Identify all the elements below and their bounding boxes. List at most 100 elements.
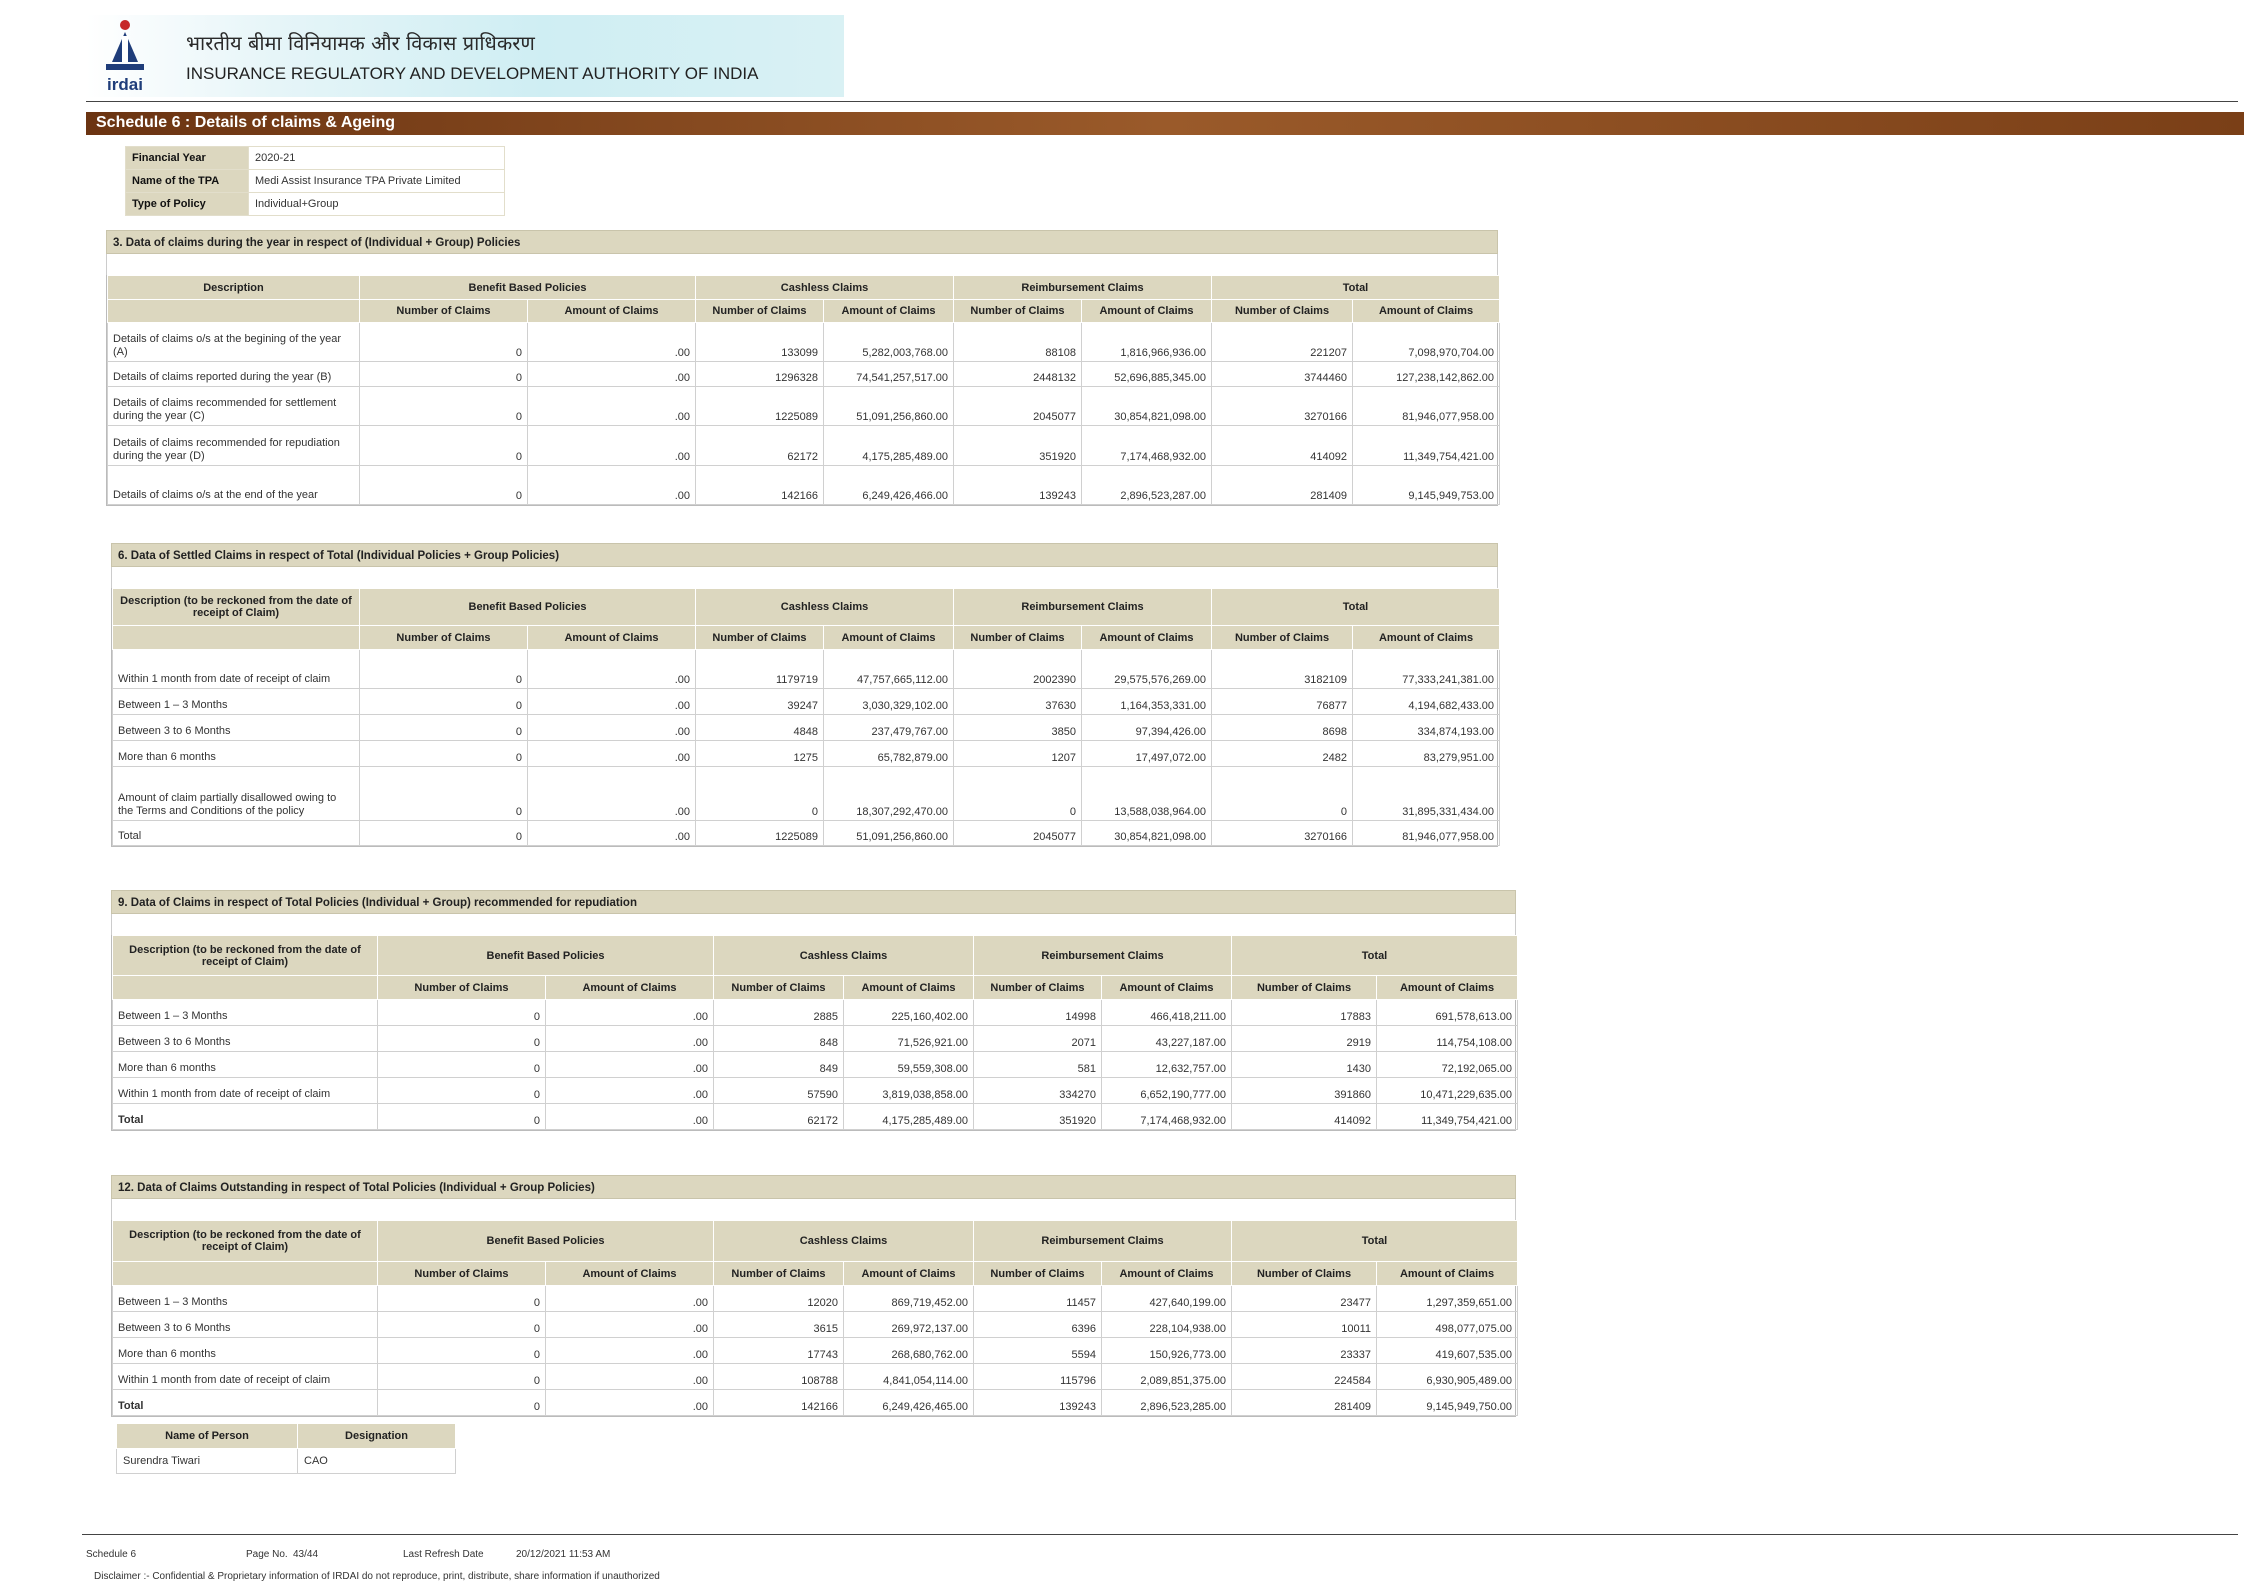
sub-header: Number of Claims (1211, 299, 1354, 323)
number-of-claims-cell: 0 (359, 425, 528, 466)
schedule-title: Schedule 6 : Details of claims & Ageing (96, 114, 396, 131)
info-table: Financial Year 2020-21 Name of the TPA M… (125, 146, 505, 216)
amount-of-claims-cell: 65,782,879.00 (823, 740, 954, 767)
number-of-claims-cell: 414092 (1231, 1103, 1378, 1130)
sub-header: Amount of Claims (1080, 625, 1213, 650)
sub-header: Amount of Claims (1376, 1261, 1519, 1286)
number-of-claims-cell: 3182109 (1211, 649, 1354, 689)
row-description: More than 6 months (112, 1337, 378, 1364)
table-row: Between 3 to 6 Months 0.00 848 71,526,921.0… (112, 1025, 1519, 1052)
number-of-claims-cell: 14998 (973, 999, 1102, 1026)
amount-of-claims-cell: 77,333,241,381.00 (1352, 649, 1501, 689)
amount-of-claims-cell: 7,174,468,932.00 (1100, 1103, 1233, 1130)
number-of-claims-cell: 1207 (953, 740, 1082, 767)
group-header: Benefit Based Policies (377, 935, 714, 976)
row-description: Within 1 month from date of receipt of c… (112, 1077, 378, 1104)
number-of-claims-cell: 2002390 (953, 649, 1082, 689)
group-header-row: Description Benefit Based Policies Cashl… (107, 275, 1501, 300)
amount-of-claims-cell: 11,349,754,421.00 (1376, 1103, 1519, 1130)
footer-disclaimer: Disclaimer :- Confidential & Proprietary… (94, 1571, 660, 1582)
number-of-claims-cell: 0 (377, 1051, 546, 1078)
amount-of-claims-cell: 4,841,054,114.00 (843, 1363, 974, 1390)
group-header: Reimbursement Claims (952, 275, 1213, 300)
amount-of-claims-cell: .00 (545, 1389, 714, 1416)
sub-header: Number of Claims (1231, 975, 1378, 1000)
row-description: Within 1 month from date of receipt of c… (112, 1363, 378, 1390)
table-row: Within 1 month from date of receipt of c… (112, 649, 1501, 689)
row-description: Between 1 – 3 Months (112, 688, 360, 715)
number-of-claims-cell: 221207 (1211, 322, 1354, 362)
row-description: Total (112, 1389, 378, 1416)
sub-header-row: Number of Claims Amount of Claims Number… (112, 625, 1501, 650)
group-header: Benefit Based Policies (377, 1220, 714, 1262)
number-of-claims-cell: 0 (359, 322, 528, 362)
number-of-claims-cell: 848 (713, 1025, 844, 1052)
footer-refresh-label: Last Refresh Date (403, 1549, 484, 1560)
table-body: Between 1 – 3 Months 0.00 12020 869,719,452… (112, 1285, 1519, 1416)
row-description: Between 1 – 3 Months (112, 999, 378, 1026)
table-row: Between 1 – 3 Months 0.00 12020 869,719,452… (112, 1285, 1519, 1312)
table-row: More than 6 months 0.00 1275 65,782,879.00 1… (112, 740, 1501, 767)
sub-header: Amount of Claims (1352, 625, 1501, 650)
row-description: Within 1 month from date of receipt of c… (112, 649, 360, 689)
table-row: Details of claims recommended for settle… (107, 386, 1501, 426)
header-banner: irdai भारतीय बीमा विनियामक और विकास प्रा… (86, 15, 844, 97)
number-of-claims-cell: 581 (973, 1051, 1102, 1078)
number-of-claims-cell: 2448132 (953, 361, 1082, 387)
group-header: Benefit Based Policies (359, 588, 696, 626)
number-of-claims-cell: 2071 (973, 1025, 1102, 1052)
amount-of-claims-cell: 228,104,938.00 (1100, 1311, 1233, 1338)
amount-of-claims-cell: 3,030,329,102.00 (823, 688, 954, 715)
amount-of-claims-cell: 7,098,970,704.00 (1352, 322, 1501, 362)
sub-header: Number of Claims (359, 299, 528, 323)
table-body: Details of claims o/s at the begining of… (107, 322, 1501, 505)
outstanding-claims-table: Description (to be reckoned from the dat… (112, 1220, 1519, 1416)
number-of-claims-cell: 4848 (695, 714, 824, 741)
number-of-claims-cell: 1430 (1231, 1051, 1378, 1078)
number-of-claims-cell: 414092 (1211, 425, 1354, 466)
table-row: Between 3 to 6 Months 0.00 3615 269,972,137… (112, 1311, 1519, 1338)
amount-of-claims-cell: 59,559,308.00 (843, 1051, 974, 1078)
amount-of-claims-cell: 51,091,256,860.00 (823, 820, 954, 846)
number-of-claims-cell: 0 (377, 1103, 546, 1130)
amount-of-claims-cell: 4,175,285,489.00 (823, 425, 954, 466)
number-of-claims-cell: 10011 (1231, 1311, 1378, 1338)
group-header: Total (1231, 935, 1519, 976)
sub-header: Amount of Claims (545, 1261, 714, 1286)
group-header: Reimbursement Claims (972, 1220, 1233, 1262)
signatory-header-row: Name of Person Designation (116, 1423, 456, 1449)
number-of-claims-cell: 2919 (1231, 1025, 1378, 1052)
row-description: More than 6 months (112, 740, 360, 767)
amount-of-claims-cell: 4,194,682,433.00 (1352, 688, 1501, 715)
amount-of-claims-cell: 2,896,523,287.00 (1080, 465, 1213, 505)
amount-of-claims-cell: 12,632,757.00 (1100, 1051, 1233, 1078)
description-header: Description (107, 275, 360, 300)
number-of-claims-cell: 0 (377, 1025, 546, 1052)
section-repudiated-claims: 9. Data of Claims in respect of Total Po… (111, 890, 1519, 1131)
number-of-claims-cell: 0 (359, 820, 528, 846)
number-of-claims-cell: 1225089 (695, 386, 824, 426)
row-description: Between 3 to 6 Months (112, 714, 360, 741)
amount-of-claims-cell: 150,926,773.00 (1100, 1337, 1233, 1364)
number-of-claims-cell: 1179719 (695, 649, 824, 689)
info-value: Individual+Group (248, 192, 505, 216)
amount-of-claims-cell: .00 (527, 322, 696, 362)
amount-of-claims-cell: 18,307,292,470.00 (823, 766, 954, 821)
amount-of-claims-cell: 52,696,885,345.00 (1080, 361, 1213, 387)
amount-of-claims-cell: .00 (545, 1103, 714, 1130)
number-of-claims-cell: 0 (377, 1389, 546, 1416)
table-row: Within 1 month from date of receipt of c… (112, 1077, 1519, 1104)
sub-header: Number of Claims (695, 299, 824, 323)
row-description: Details of claims o/s at the begining of… (107, 322, 360, 362)
info-row-policy-type: Type of Policy Individual+Group (125, 192, 505, 216)
section-settled-claims: 6. Data of Settled Claims in respect of … (111, 543, 1501, 847)
sub-header: Amount of Claims (1352, 299, 1501, 323)
repudiated-claims-table: Description (to be reckoned from the dat… (112, 935, 1519, 1130)
number-of-claims-cell: 2045077 (953, 820, 1082, 846)
number-of-claims-cell: 142166 (713, 1389, 844, 1416)
table-row: Amount of claim partially disallowed owi… (112, 766, 1501, 821)
amount-of-claims-cell: .00 (527, 465, 696, 505)
number-of-claims-cell: 23477 (1231, 1285, 1378, 1312)
amount-of-claims-cell: 83,279,951.00 (1352, 740, 1501, 767)
number-of-claims-cell: 0 (359, 688, 528, 715)
